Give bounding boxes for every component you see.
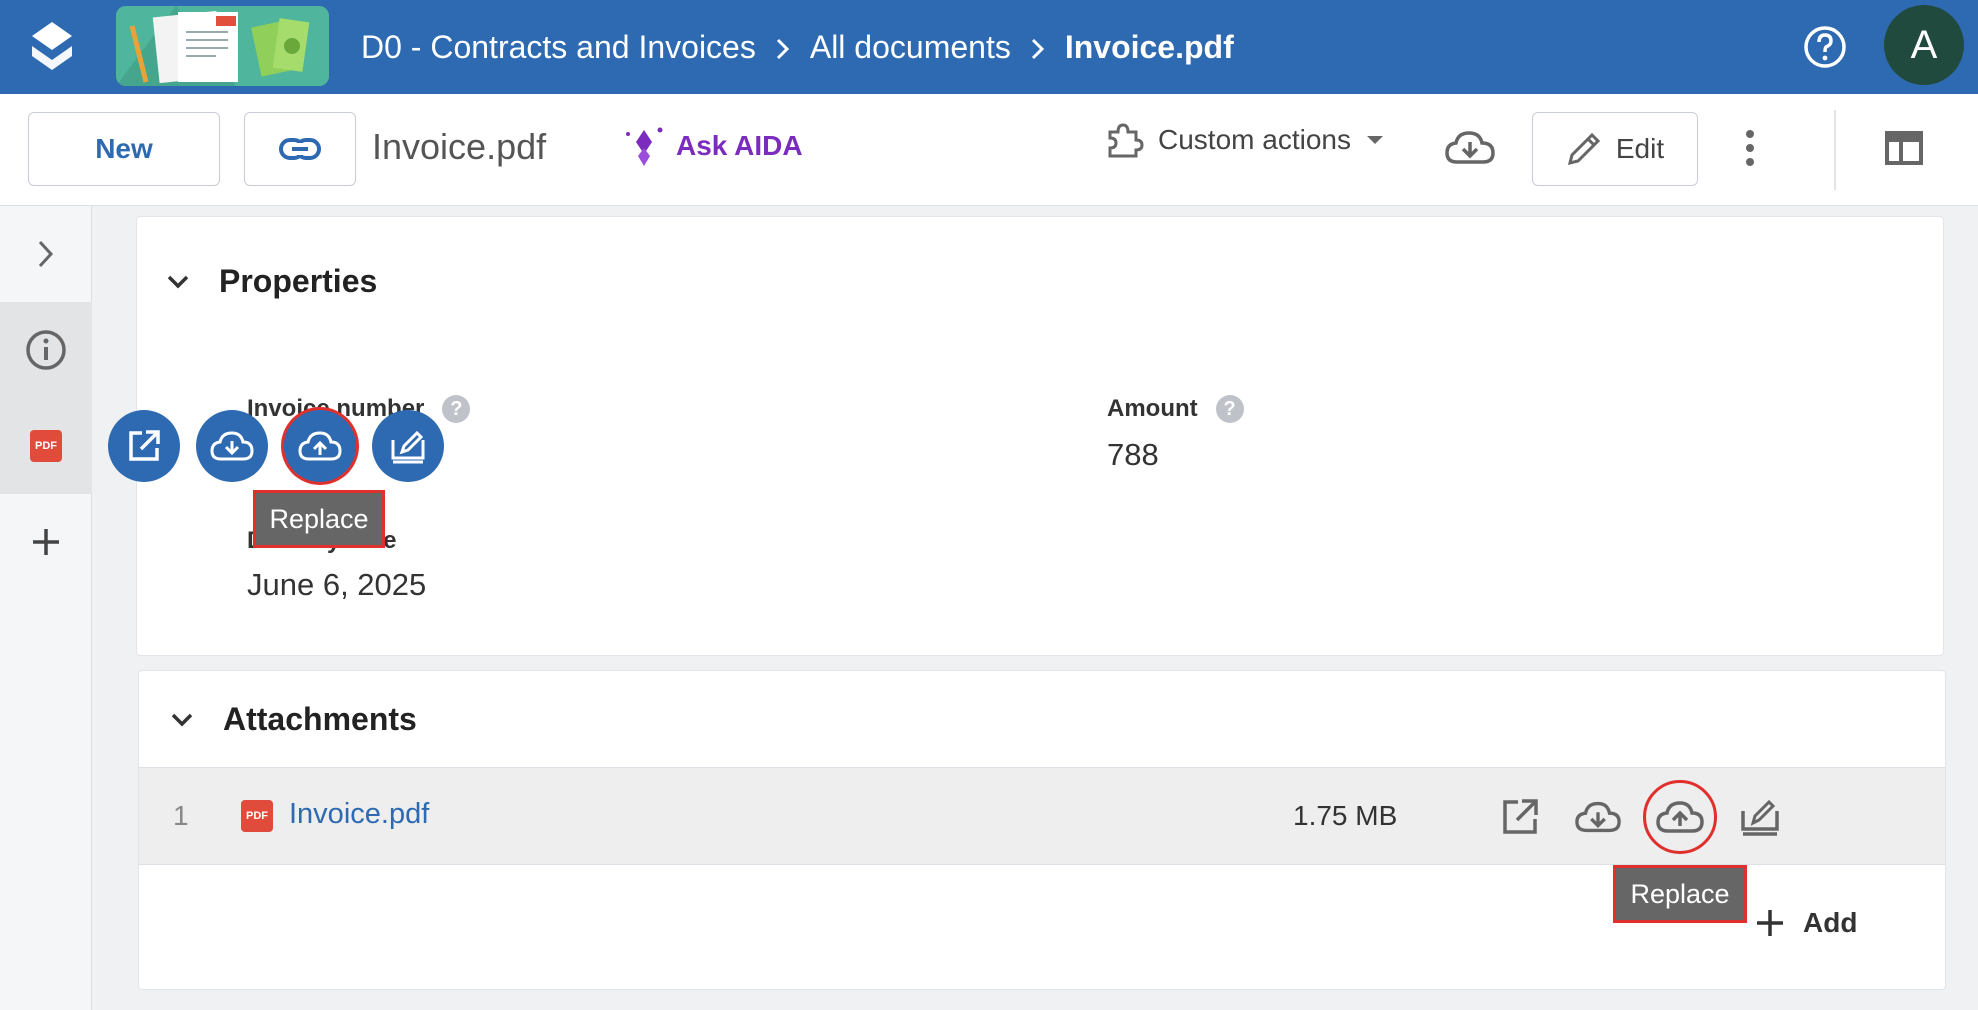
chevron-right-icon <box>756 29 810 66</box>
replace-tooltip: Replace <box>1613 865 1747 923</box>
more-vertical-icon[interactable] <box>1744 124 1756 172</box>
open-external-icon <box>129 430 160 461</box>
document-title: Invoice.pdf <box>372 126 547 167</box>
chevron-right-icon <box>38 240 54 268</box>
properties-header[interactable]: Properties <box>167 263 377 300</box>
add-attachment-button[interactable]: Add <box>1755 907 1857 939</box>
cloud-download-icon[interactable] <box>1575 794 1621 840</box>
attachments-header[interactable]: Attachments <box>171 701 417 738</box>
sign-fab[interactable] <box>372 410 444 482</box>
invoice-number-label: Invoice number ? <box>247 395 471 423</box>
plus-icon <box>33 529 59 555</box>
ask-aida-button[interactable]: Ask AIDA <box>622 124 803 168</box>
help-icon[interactable]: ? <box>1215 395 1244 423</box>
cloud-upload-icon <box>298 431 342 461</box>
edit-button[interactable]: Edit <box>1532 112 1698 186</box>
table-row[interactable]: 1 PDF Invoice.pdf 1.75 MB <box>139 767 1945 865</box>
custom-actions-dropdown[interactable]: Custom actions <box>1104 120 1385 160</box>
attachment-link[interactable]: Invoice.pdf <box>289 798 429 831</box>
amount-label-text: Amount <box>1107 395 1198 422</box>
info-panel-tab[interactable] <box>0 302 92 398</box>
toolbar-divider <box>1834 110 1836 190</box>
cloud-download-icon <box>210 431 254 461</box>
chevron-down-icon <box>167 275 189 288</box>
caret-down-icon <box>1366 136 1383 144</box>
ask-aida-label: Ask AIDA <box>676 130 803 161</box>
edit-label: Edit <box>1615 133 1665 164</box>
chevron-right-icon <box>1011 29 1065 66</box>
row-index: 1 <box>173 800 189 831</box>
attachments-title: Attachments <box>223 701 417 737</box>
link-icon <box>279 138 321 160</box>
replace-fab[interactable] <box>284 410 356 482</box>
pdf-panel-tab[interactable]: PDF <box>0 398 92 494</box>
cloud-upload-icon[interactable] <box>1643 780 1717 854</box>
layout-icon[interactable] <box>1884 130 1924 166</box>
app-logo-icon[interactable] <box>28 20 76 76</box>
expand-panel-button[interactable] <box>0 206 92 302</box>
plus-icon <box>1757 910 1783 936</box>
add-label: Add <box>1803 907 1858 938</box>
sign-icon[interactable] <box>1737 794 1783 840</box>
avatar[interactable]: A <box>1884 5 1964 85</box>
copy-link-button[interactable] <box>244 112 356 186</box>
amount-value: 788 <box>1107 437 1159 472</box>
open-external-fab[interactable] <box>108 410 180 482</box>
info-icon <box>26 330 66 370</box>
cloud-download-icon[interactable] <box>1444 128 1496 168</box>
puzzle-icon <box>1108 123 1144 158</box>
top-bar: D0 - Contracts and Invoices All document… <box>0 0 1978 94</box>
custom-actions-label: Custom actions <box>1158 124 1351 155</box>
help-icon[interactable] <box>1802 24 1848 70</box>
file-size: 1.75 MB <box>1293 800 1398 831</box>
download-fab[interactable] <box>196 410 268 482</box>
repository-banner-image <box>116 6 329 86</box>
pencil-icon <box>1567 132 1600 166</box>
document-toolbar: New Invoice.pdf Ask AIDA Custom actions <box>0 94 1978 206</box>
replace-tooltip: Replace <box>253 490 385 548</box>
help-icon[interactable]: ? <box>442 395 471 423</box>
sign-icon <box>391 430 425 464</box>
open-external-icon[interactable] <box>1497 794 1543 840</box>
new-button[interactable]: New <box>28 112 220 186</box>
breadcrumb-all-documents[interactable]: All documents <box>810 29 1011 66</box>
breadcrumb: D0 - Contracts and Invoices All document… <box>361 0 1234 94</box>
breadcrumb-repository[interactable]: D0 - Contracts and Invoices <box>361 29 756 66</box>
pdf-icon: PDF <box>30 430 62 462</box>
breadcrumb-current: Invoice.pdf <box>1064 28 1234 65</box>
attachments-card: Attachments 1 PDF Invoice.pdf 1.75 MB Re… <box>138 670 1946 990</box>
aida-sparkle-icon <box>626 127 663 166</box>
add-panel-button[interactable] <box>0 494 92 590</box>
chevron-down-icon <box>171 713 193 726</box>
properties-title: Properties <box>219 263 378 299</box>
amount-label: Amount ? <box>1107 395 1244 423</box>
left-rail: PDF <box>0 206 92 1010</box>
pdf-icon: PDF <box>241 800 273 832</box>
delivery-date-value: June 6, 2025 <box>247 567 427 602</box>
